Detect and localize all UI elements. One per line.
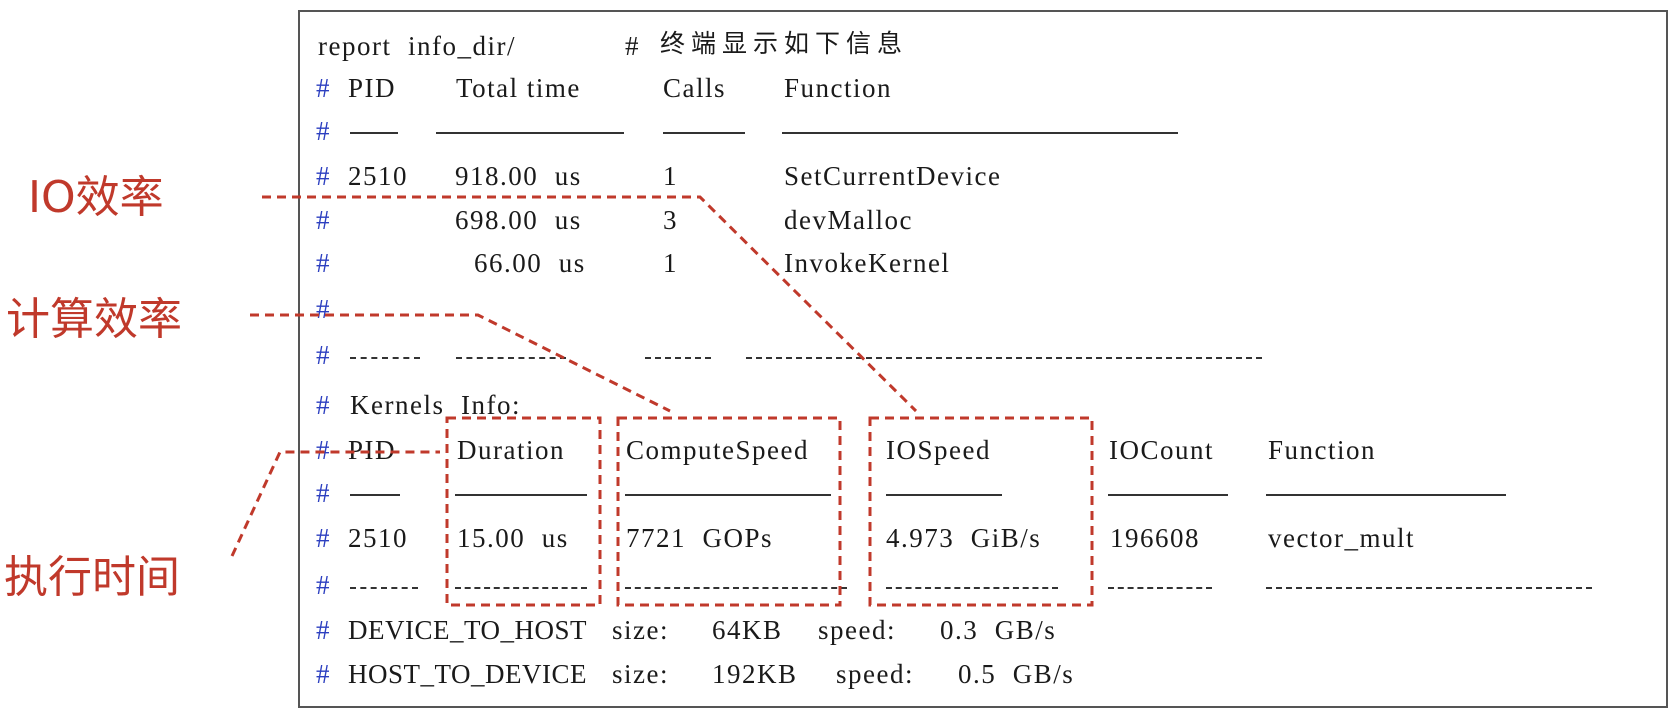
transfer-size-label: size: [612,615,669,645]
kernel-io-count: 196608 [1110,523,1200,553]
hash-marker: # [316,570,330,600]
row-calls: 1 [663,248,678,278]
kernel-io-speed: 4.973 GiB/s [886,523,1042,553]
row-function: SetCurrentDevice [784,161,1002,191]
transfer-size-label: size: [612,659,669,689]
hash-marker: # [316,116,330,146]
execution-time-label: 执行时间 [4,552,180,603]
col-io-count: IOCount [1109,435,1214,465]
col-calls: Calls [663,73,727,103]
row-time: 698.00 us [455,205,582,235]
row-calls: 1 [663,161,678,191]
io-efficiency-label: IO效率 [28,172,164,223]
col-io-speed: IOSpeed [886,435,991,465]
kernels-info-label: Kernels Info: [350,390,521,420]
hash-marker: # [316,435,330,465]
transfer-speed: 0.3 GB/s [940,615,1057,645]
row-time: 66.00 us [474,248,586,278]
comment-hash: # [625,31,640,61]
col-total-time: Total time [456,73,581,103]
col-pid: PID [348,73,397,103]
terminal-panel [298,10,1668,708]
kernel-compute-speed: 7721 GOPs [626,523,774,553]
kernel-duration: 15.00 us [457,523,569,553]
col-compute-speed: ComputeSpeed [626,435,809,465]
comment-text: 终端显示如下信息 [660,29,909,58]
hash-marker: # [316,340,330,370]
kernel-pid: 2510 [348,523,408,553]
hash-marker: # [316,390,330,420]
hash-marker: # [316,248,330,278]
compute-efficiency-label: 计算效率 [6,294,182,345]
kernel-function: vector_mult [1268,523,1415,553]
transfer-direction: DEVICE_TO_HOST [348,615,587,645]
col-function: Function [784,73,893,103]
hash-marker: # [316,478,330,508]
transfer-size: 192KB [712,659,798,689]
transfer-speed-label: speed: [836,659,914,689]
row-pid: 2510 [348,161,408,191]
transfer-size: 64KB [712,615,783,645]
row-function: InvokeKernel [784,248,951,278]
hash-marker: # [316,161,330,191]
hash-marker: # [316,294,330,324]
transfer-speed-label: speed: [818,615,896,645]
report-command: report info_dir/ [318,31,516,61]
hash-marker: # [316,523,330,553]
transfer-speed: 0.5 GB/s [958,659,1075,689]
col-function: Function [1268,435,1377,465]
row-function: devMalloc [784,205,913,235]
transfer-direction: HOST_TO_DEVICE [348,659,587,689]
col-pid: PID [348,435,397,465]
hash-marker: # [316,659,330,689]
hash-marker: # [316,615,330,645]
hash-marker: # [316,73,330,103]
row-time: 918.00 us [455,161,582,191]
col-duration: Duration [457,435,565,465]
hash-marker: # [316,205,330,235]
row-calls: 3 [663,205,678,235]
